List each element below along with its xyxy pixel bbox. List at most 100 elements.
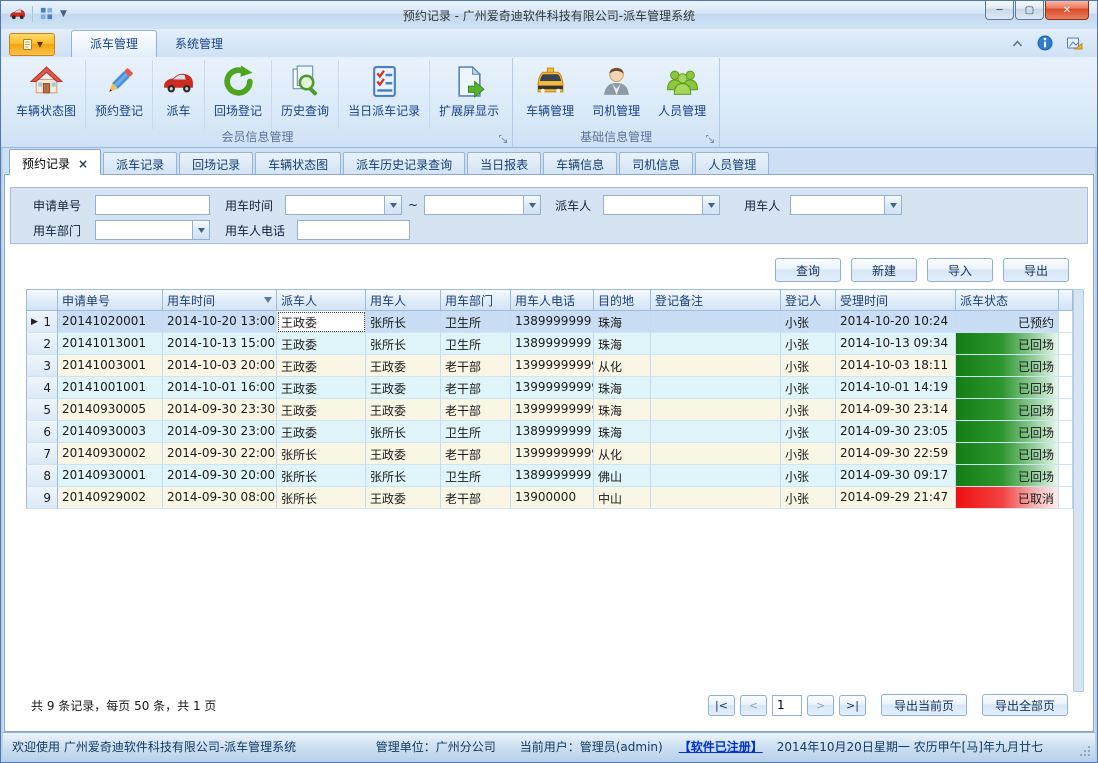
table-cell[interactable]: 王政委 [366,487,441,509]
row-indicator[interactable]: 5 [26,399,58,421]
table-cell[interactable]: 张所长 [366,465,441,487]
ribbon-button[interactable]: 预约登记 [85,60,152,129]
table-cell[interactable]: 2014-09-30 23:30 [163,399,277,421]
ribbon-button[interactable]: 扩展屏显示 [429,60,508,129]
table-row[interactable]: 2201410130012014-10-13 15:00王政委张所长卫生所138… [26,333,1073,355]
table-cell[interactable]: 20140930003 [58,421,163,443]
table-cell[interactable]: 张所长 [277,487,366,509]
ribbon-button[interactable]: 当日派车记录 [338,60,429,129]
table-cell[interactable]: 2014-09-30 09:17 [836,465,956,487]
new-button[interactable]: 新建 [851,258,917,282]
row-indicator[interactable]: 3 [26,355,58,377]
table-cell[interactable]: 13999999999 [511,377,594,399]
combo-dropdown-icon[interactable] [523,196,540,214]
ribbon-tab[interactable]: 系统管理 [157,31,241,57]
table-cell[interactable]: 20140930001 [58,465,163,487]
table-cell[interactable]: 王政委 [277,377,366,399]
table-cell[interactable] [651,443,781,465]
column-header[interactable]: 用车时间 [163,289,277,311]
doc-tab[interactable]: 派车记录 [103,152,177,174]
status-cell[interactable]: 已回场 [956,443,1059,465]
table-row[interactable]: 5201409300052014-09-30 23:30王政委王政委老干部139… [26,399,1073,421]
request-no-input[interactable] [95,195,210,215]
ribbon-button[interactable]: 派车 [152,60,204,129]
status-cell[interactable]: 已回场 [956,399,1059,421]
table-cell[interactable]: 小张 [781,443,836,465]
table-cell[interactable]: 卫生所 [441,333,511,355]
export-button[interactable]: 导出 [1003,258,1069,282]
table-cell[interactable]: 2014-10-13 15:00 [163,333,277,355]
table-cell[interactable]: 王政委 [277,333,366,355]
table-row[interactable]: 9201409290022014-09-30 08:00张所长王政委老干部139… [26,487,1073,509]
table-cell[interactable]: 20141013001 [58,333,163,355]
info-icon[interactable] [1037,35,1053,51]
close-button[interactable]: ✕ [1045,1,1089,20]
table-cell[interactable] [651,377,781,399]
table-cell[interactable]: 1389999999 [511,465,594,487]
prev-page-button[interactable]: < [740,695,767,716]
table-cell[interactable]: 20141003001 [58,355,163,377]
table-cell[interactable]: 珠海 [594,377,651,399]
export-current-page-button[interactable]: 导出当前页 [881,694,967,716]
combo-dropdown-icon[interactable] [192,221,209,239]
column-header[interactable]: 派车状态 [956,289,1059,311]
table-cell[interactable]: 2014-10-20 10:24 [836,311,956,333]
table-cell[interactable]: 小张 [781,487,836,509]
table-row[interactable]: 3201410030012014-10-03 20:00王政委王政委老干部139… [26,355,1073,377]
application-menu-button[interactable]: ▼ [9,33,55,56]
ribbon-button[interactable]: 车辆状态图 [7,60,85,129]
column-header[interactable]: 登记备注 [651,289,781,311]
table-cell[interactable]: 珠海 [594,399,651,421]
status-cell[interactable]: 已回场 [956,355,1059,377]
table-cell[interactable]: 2014-09-30 22:00 [163,443,277,465]
table-cell[interactable]: 小张 [781,377,836,399]
table-cell[interactable]: 张所长 [277,465,366,487]
grid-vertical-scrollbar[interactable] [1073,289,1084,692]
status-cell[interactable]: 已回场 [956,333,1059,355]
table-cell[interactable]: 张所长 [277,443,366,465]
use-time-from-combo[interactable] [285,195,402,215]
dialog-launcher-icon[interactable] [498,134,509,145]
column-header[interactable]: 申请单号 [58,289,163,311]
ribbon-button[interactable]: 回场登记 [204,60,271,129]
table-cell[interactable]: 2014-09-30 23:00 [163,421,277,443]
table-cell[interactable]: 2014-09-30 22:59 [836,443,956,465]
table-cell[interactable]: 从化 [594,355,651,377]
table-cell[interactable]: 老干部 [441,443,511,465]
minimize-button[interactable]: ─ [985,1,1014,20]
row-indicator[interactable]: 2 [26,333,58,355]
status-cell[interactable]: 已回场 [956,421,1059,443]
row-indicator[interactable]: 6 [26,421,58,443]
table-cell[interactable]: 卫生所 [441,465,511,487]
table-cell[interactable]: 卫生所 [441,421,511,443]
table-cell[interactable]: 王政委 [277,421,366,443]
table-cell[interactable]: 王政委 [366,399,441,421]
table-cell[interactable]: 老干部 [441,487,511,509]
doc-tab[interactable]: 车辆状态图 [255,152,341,174]
ribbon-button[interactable]: 人员管理 [649,60,715,129]
table-row[interactable]: 7201409300022014-09-30 22:00张所长王政委老干部139… [26,443,1073,465]
license-link[interactable]: 【软件已注册】 [679,738,763,755]
table-cell[interactable]: 20141001001 [58,377,163,399]
ribbon-button[interactable]: 历史查询 [271,60,338,129]
maximize-button[interactable]: ▢ [1015,1,1044,20]
next-page-button[interactable]: > [807,695,834,716]
ribbon-tab[interactable]: 派车管理 [71,30,157,57]
table-cell[interactable]: 2014-09-30 20:00 [163,465,277,487]
table-cell[interactable]: 老干部 [441,355,511,377]
table-cell[interactable]: 王政委 [366,355,441,377]
car-user-combo[interactable] [790,195,902,215]
table-cell[interactable]: 20140930002 [58,443,163,465]
first-page-button[interactable]: |< [708,695,735,716]
row-indicator[interactable]: 7 [26,443,58,465]
column-header[interactable]: 用车人 [366,289,441,311]
table-cell[interactable]: 小张 [781,465,836,487]
export-all-pages-button[interactable]: 导出全部页 [982,694,1068,716]
table-cell[interactable]: 13999999999 [511,355,594,377]
table-cell[interactable]: 小张 [781,333,836,355]
table-cell[interactable]: 13900000 [511,487,594,509]
table-cell[interactable]: 王政委 [277,355,366,377]
table-cell[interactable]: 老干部 [441,377,511,399]
ribbon-button[interactable]: 司机管理 [583,60,649,129]
column-header[interactable]: 目的地 [594,289,651,311]
